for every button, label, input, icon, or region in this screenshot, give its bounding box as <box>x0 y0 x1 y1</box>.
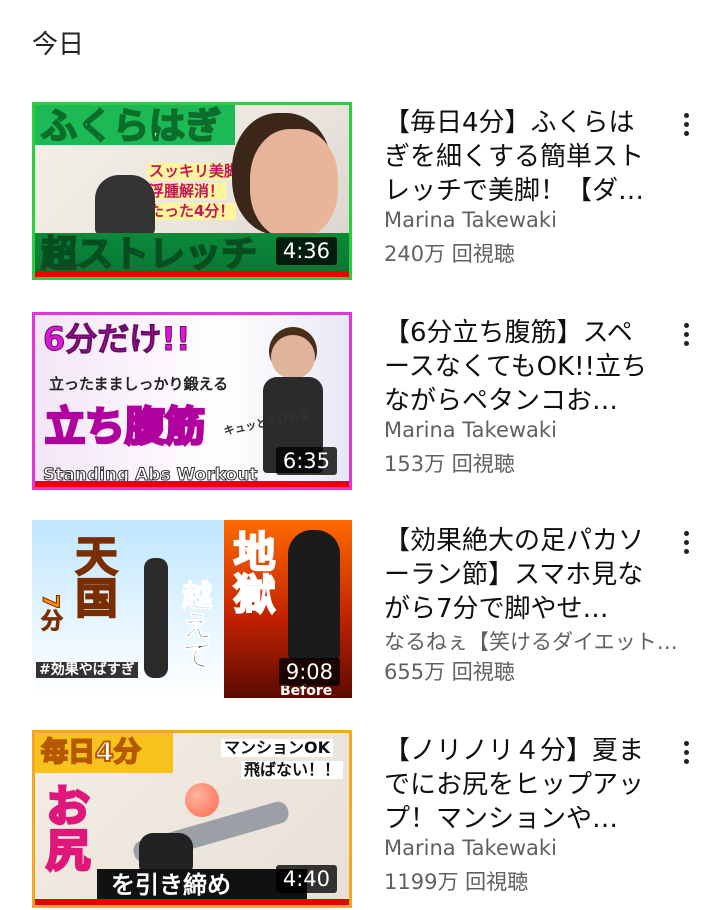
channel-name[interactable]: Marina Takewaki <box>384 418 694 442</box>
channel-name[interactable]: Marina Takewaki <box>384 208 694 232</box>
video-title[interactable]: 【ノリノリ４分】夏までにお尻をヒップアップ！マンションや… <box>384 734 656 836</box>
video-duration: 9:08 <box>278 658 340 686</box>
peach-icon <box>185 783 219 817</box>
video-item[interactable]: ふくらはぎ スッキリ美脚！ 浮腫解消！ たった4分！ 超ストレッチ 4:36 【… <box>0 102 720 282</box>
more-options-icon[interactable] <box>676 110 696 140</box>
view-count: 1199万 回視聴 <box>384 870 529 894</box>
thumb-text: 天国 <box>68 533 119 619</box>
thumb-text: 7分 <box>37 593 63 632</box>
video-duration: 4:36 <box>275 237 337 265</box>
watch-progress-bar <box>35 481 349 487</box>
thumb-text: スッキリ美脚！ <box>147 162 257 180</box>
thumb-text: 越えて <box>176 580 212 671</box>
thumb-text: お尻 <box>37 782 91 873</box>
watch-progress-bar <box>35 271 349 277</box>
video-duration: 4:40 <box>275 865 337 893</box>
thumb-text: ふくらはぎ <box>40 106 222 147</box>
person-illustration <box>271 335 315 379</box>
watch-progress-bar <box>35 899 349 905</box>
thumb-text: 飛ばない！！ <box>241 761 344 779</box>
more-options-icon[interactable] <box>676 738 696 768</box>
thumb-text: マンションOK <box>221 739 334 757</box>
thumb-text: 地獄 <box>226 529 277 615</box>
video-item[interactable]: 天国 7分 越えて 地獄 #効果やばすぎ Before 9:08 【効果絶大の足… <box>0 520 720 700</box>
section-title: 今日 <box>32 30 85 60</box>
video-title[interactable]: 【効果絶大の足パカソーラン節】スマホ見ながら7分で脚やせ… <box>384 524 656 626</box>
video-thumbnail[interactable]: 毎日4分 マンションOK 飛ばない！！ お尻 を引き締め 4:40 <box>32 730 352 908</box>
thumb-text: 毎日4分 <box>40 737 142 768</box>
thumb-text: 立ったまましっかり鍛える <box>49 375 229 393</box>
video-thumbnail[interactable]: 天国 7分 越えて 地獄 #効果やばすぎ Before 9:08 <box>32 520 352 698</box>
person-body <box>288 530 340 660</box>
view-count: 655万 回視聴 <box>384 660 515 684</box>
view-count: 153万 回視聴 <box>384 452 515 476</box>
more-options-icon[interactable] <box>676 528 696 558</box>
thumb-text: #効果やばすぎ <box>36 662 138 678</box>
video-item[interactable]: 6分だけ!! 立ったまましっかり鍛える 立ち腹筋 キュッとくびれる Standi… <box>0 312 720 492</box>
thumb-text: 浮腫解消！ <box>147 182 227 200</box>
thumb-text: を引き締め <box>111 871 231 899</box>
channel-name[interactable]: Marina Takewaki <box>384 836 694 860</box>
video-duration: 6:35 <box>275 447 337 475</box>
more-options-icon[interactable] <box>676 320 696 350</box>
thumb-text: たった4分！ <box>147 202 237 220</box>
video-item[interactable]: 毎日4分 マンションOK 飛ばない！！ お尻 を引き締め 4:40 【ノリノリ４… <box>0 730 720 910</box>
person-face <box>250 129 338 239</box>
video-thumbnail[interactable]: ふくらはぎ スッキリ美脚！ 浮腫解消！ たった4分！ 超ストレッチ 4:36 <box>32 102 352 280</box>
view-count: 240万 回視聴 <box>384 242 515 266</box>
thumb-text: 6分だけ!! <box>42 320 191 358</box>
thumb-text: 超ストレッチ <box>40 234 258 275</box>
thumb-text: 立ち腹筋 <box>44 404 207 450</box>
person-illustration <box>144 558 168 678</box>
person-illustration <box>95 175 155 235</box>
video-title[interactable]: 【6分立ち腹筋】スペースなくてもOK!!立ちながらペタンコお… <box>384 316 656 418</box>
channel-name[interactable]: なるねぇ【笑けるダイエット… <box>384 626 694 656</box>
video-title[interactable]: 【毎日4分】ふくらはぎを細くする簡単ストレッチで美脚！【ダ… <box>384 106 656 208</box>
video-thumbnail[interactable]: 6分だけ!! 立ったまましっかり鍛える 立ち腹筋 キュッとくびれる Standi… <box>32 312 352 490</box>
thumb-text: Before <box>280 683 333 698</box>
